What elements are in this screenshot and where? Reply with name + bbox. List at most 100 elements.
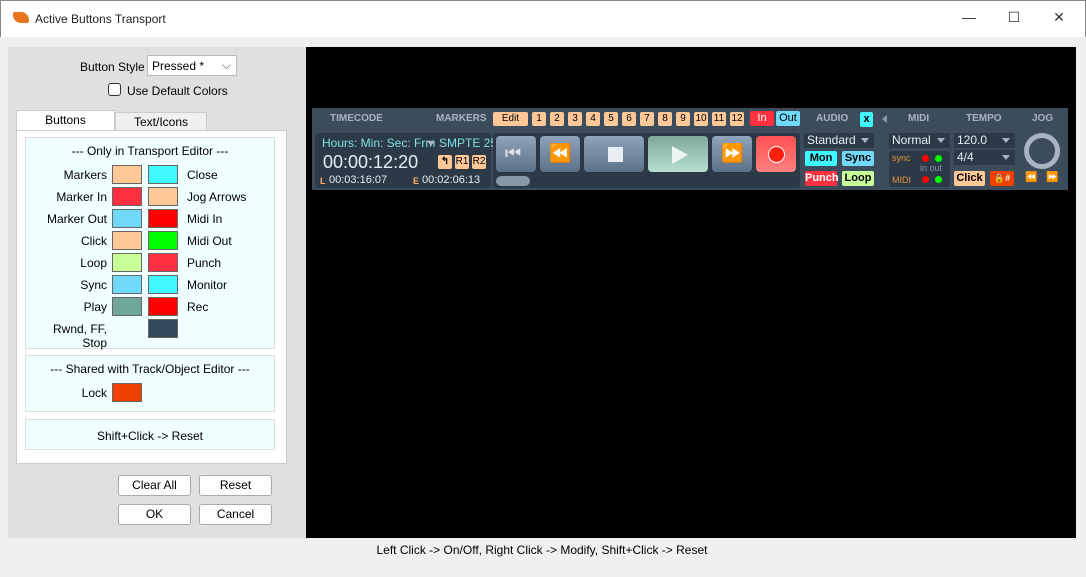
marker-button[interactable]: 8: [658, 112, 672, 126]
color-swatch[interactable]: [112, 275, 142, 294]
jog-forward-icon[interactable]: ⏩: [1046, 172, 1058, 183]
transport-preview: TIMECODE MARKERS Edit 1 2 3 4 5 6 7 8 9 10 11 12 In…: [312, 108, 1068, 190]
color-label: Monitor: [187, 278, 228, 292]
stop-button[interactable]: [583, 135, 645, 173]
ok-button[interactable]: OK: [118, 504, 191, 525]
section-title: --- Shared with Track/Object Editor ---: [50, 362, 250, 376]
color-swatch[interactable]: [112, 187, 142, 206]
smpte-rate[interactable]: SMPTE 25: [439, 136, 497, 150]
midi-in-led: [922, 176, 929, 183]
color-swatch[interactable]: [148, 319, 178, 338]
time-signature-select[interactable]: 4/4: [954, 150, 1015, 165]
jog-wheel[interactable]: [1024, 133, 1060, 169]
left-locator-time[interactable]: 00:03:16:07: [329, 174, 387, 186]
color-swatch[interactable]: [112, 297, 142, 316]
play-icon: [672, 146, 697, 164]
lock-color-swatch[interactable]: [112, 383, 142, 402]
marker-button[interactable]: 11: [712, 112, 726, 126]
color-swatch[interactable]: [148, 297, 178, 316]
scroll-handle[interactable]: [496, 176, 530, 186]
audio-close-button[interactable]: x: [860, 112, 873, 127]
time-format-select[interactable]: Hours: Min: Sec: Frm: [322, 136, 435, 150]
skip-back-icon: ⏮: [505, 143, 522, 163]
color-swatch[interactable]: [112, 253, 142, 272]
stop-icon: [608, 147, 623, 162]
color-label: Rwnd, FF, Stop: [52, 322, 107, 350]
marker-in-button[interactable]: In: [750, 111, 774, 126]
return-icon[interactable]: ↰: [438, 155, 452, 169]
section-title: --- Only in Transport Editor ---: [71, 144, 229, 158]
color-swatch[interactable]: [148, 253, 178, 272]
marker-out-button[interactable]: Out: [776, 111, 800, 126]
close-button[interactable]: ✕: [1044, 9, 1074, 29]
left-locator-label: L: [320, 176, 326, 186]
window-title: Active Buttons Transport: [35, 12, 166, 26]
punch-button[interactable]: Punch: [805, 171, 839, 186]
end-time[interactable]: 00:02:06:13: [422, 174, 480, 186]
button-style-value: Pressed *: [152, 59, 205, 73]
use-default-colors-checkbox[interactable]: [108, 83, 121, 96]
maximize-button[interactable]: ☐: [999, 9, 1029, 29]
color-label: Loop: [80, 256, 107, 270]
marker-button[interactable]: 9: [676, 112, 690, 126]
fast-forward-icon: ⏩: [721, 143, 744, 163]
minimize-button[interactable]: —: [954, 9, 984, 29]
monitor-button[interactable]: Mon: [805, 151, 837, 166]
cancel-button[interactable]: Cancel: [199, 504, 272, 525]
color-swatch[interactable]: [112, 231, 142, 250]
color-swatch[interactable]: [112, 209, 142, 228]
marker-button[interactable]: 1: [532, 112, 546, 126]
r1-button[interactable]: R1: [455, 155, 469, 169]
color-label: Punch: [187, 256, 222, 270]
color-swatch[interactable]: [148, 231, 178, 250]
collapse-arrow-icon[interactable]: [878, 115, 887, 123]
marker-button[interactable]: 5: [604, 112, 618, 126]
color-swatch[interactable]: [148, 187, 178, 206]
click-button[interactable]: Click: [954, 171, 985, 186]
color-swatch[interactable]: [148, 275, 178, 294]
rewind-start-button[interactable]: ⏮: [495, 135, 537, 173]
color-swatch[interactable]: [148, 165, 178, 184]
color-label: Rec: [187, 300, 209, 314]
loop-button[interactable]: Loop: [842, 171, 874, 186]
in-out-label: in out: [920, 163, 943, 173]
audio-mode-select[interactable]: Standard: [804, 133, 874, 148]
lock-color-label: Lock: [81, 386, 107, 400]
jog-back-icon[interactable]: ⏪: [1025, 172, 1037, 183]
marker-button[interactable]: 7: [640, 112, 654, 126]
button-style-select[interactable]: Pressed * ⌵: [147, 55, 237, 76]
color-label: Play: [83, 300, 107, 314]
clear-all-button[interactable]: Clear All: [118, 475, 191, 496]
marker-button[interactable]: 2: [550, 112, 564, 126]
color-swatch[interactable]: [112, 165, 142, 184]
rewind-button[interactable]: ⏪: [539, 135, 581, 173]
color-swatch[interactable]: [148, 209, 178, 228]
marker-button[interactable]: 6: [622, 112, 636, 126]
record-button[interactable]: [755, 135, 797, 173]
audio-header: AUDIO: [816, 113, 849, 124]
sync-out-led: [935, 155, 942, 162]
marker-button[interactable]: 10: [694, 112, 708, 126]
reset-hint: Shift+Click -> Reset: [96, 429, 204, 443]
marker-button[interactable]: 4: [586, 112, 600, 126]
chevron-down-icon[interactable]: [427, 141, 435, 150]
tab-buttons[interactable]: Buttons: [16, 110, 115, 131]
tab-text-icons[interactable]: Text/Icons: [115, 112, 207, 131]
color-label: Marker In: [56, 190, 107, 204]
sync-button[interactable]: Sync: [842, 151, 874, 166]
marker-button[interactable]: 12: [730, 112, 744, 126]
end-label: E: [413, 176, 420, 186]
marker-button[interactable]: 3: [568, 112, 582, 126]
fast-forward-button[interactable]: ⏩: [711, 135, 753, 173]
reset-button[interactable]: Reset: [199, 475, 272, 496]
edit-markers-button[interactable]: Edit: [493, 112, 528, 126]
app-icon: [13, 12, 29, 23]
current-time: 00:00:12:20: [323, 152, 419, 172]
r2-button[interactable]: R2: [472, 155, 486, 169]
button-style-label: Button Style: [80, 60, 145, 74]
tempo-select[interactable]: 120.0: [954, 133, 1015, 148]
midi-mode-select[interactable]: Normal: [889, 133, 950, 148]
play-button[interactable]: [647, 135, 709, 173]
jog-header: JOG: [1032, 113, 1054, 124]
lock-button[interactable]: 🔒#: [990, 171, 1014, 186]
